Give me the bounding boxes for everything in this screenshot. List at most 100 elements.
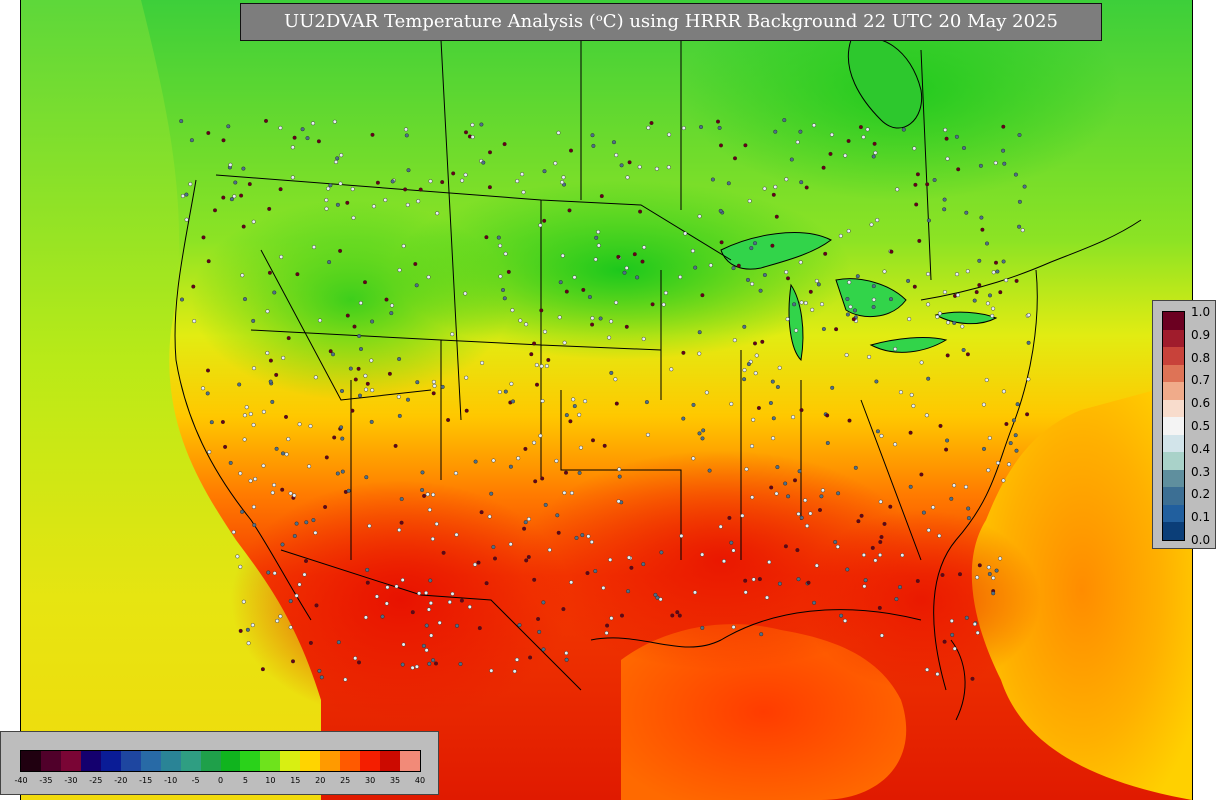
station-marker [238, 564, 243, 569]
station-marker [512, 669, 517, 674]
station-marker [557, 315, 562, 320]
station-marker [924, 413, 929, 418]
station-marker [389, 311, 394, 316]
station-marker [691, 456, 696, 461]
station-marker [539, 308, 544, 313]
station-marker [931, 505, 936, 510]
station-marker [245, 627, 250, 632]
station-marker [977, 563, 982, 568]
station-marker [641, 562, 646, 567]
station-marker [241, 599, 246, 604]
station-marker [742, 324, 747, 329]
station-marker [332, 435, 337, 440]
station-marker [396, 394, 401, 399]
station-marker [965, 269, 970, 274]
station-marker [487, 514, 492, 519]
station-marker [700, 293, 705, 298]
station-marker [430, 536, 435, 541]
station-marker [591, 438, 596, 443]
station-marker [587, 295, 592, 300]
station-marker [753, 241, 758, 246]
station-marker [223, 444, 228, 449]
station-marker [294, 521, 299, 526]
station-marker [385, 585, 390, 590]
station-marker [644, 400, 649, 405]
station-marker [825, 441, 830, 446]
station-marker [522, 526, 527, 531]
station-marker [534, 363, 539, 368]
ratio-colorbar-segment [1163, 347, 1184, 366]
station-marker [952, 646, 957, 651]
ratio-colorbar-tick-label: 0.9 [1191, 327, 1211, 342]
station-marker [543, 502, 548, 507]
station-marker [605, 623, 610, 628]
station-marker [279, 254, 284, 259]
station-marker [340, 389, 345, 394]
station-marker [397, 528, 402, 533]
station-marker [297, 422, 302, 427]
station-marker [464, 375, 469, 380]
station-marker [874, 379, 879, 384]
station-marker [661, 302, 666, 307]
station-marker [789, 157, 794, 162]
station-marker [937, 533, 942, 538]
station-marker [428, 601, 433, 606]
station-marker [384, 297, 389, 302]
temperature-colorbar-segment [220, 751, 242, 771]
station-marker [804, 185, 809, 190]
station-marker [819, 494, 824, 499]
station-marker [782, 118, 787, 123]
station-marker [845, 297, 850, 302]
station-marker [843, 618, 848, 623]
station-marker [1004, 422, 1009, 427]
station-marker [871, 297, 876, 302]
station-marker [480, 360, 485, 365]
station-marker [231, 530, 236, 535]
station-marker [484, 581, 489, 586]
ratio-colorbar-segment [1163, 382, 1184, 401]
station-marker [859, 513, 864, 518]
ratio-colorbar-segment [1163, 504, 1184, 524]
station-marker [331, 352, 336, 357]
station-marker [184, 192, 189, 197]
station-marker [614, 300, 619, 305]
station-marker [447, 600, 452, 605]
station-marker [956, 167, 961, 172]
station-marker [731, 548, 736, 553]
station-marker [718, 524, 723, 529]
station-marker [317, 668, 322, 673]
station-marker [544, 364, 549, 369]
station-marker [404, 133, 409, 138]
station-marker [463, 291, 468, 296]
station-marker [769, 485, 774, 490]
station-marker [275, 618, 280, 623]
station-marker [816, 282, 821, 287]
station-marker [821, 165, 826, 170]
station-marker [350, 187, 355, 192]
temperature-colorbar-tick-label: -35 [39, 776, 53, 785]
station-marker [803, 498, 808, 503]
station-marker [991, 576, 996, 581]
station-marker [799, 408, 804, 413]
station-marker [477, 626, 482, 631]
station-marker [753, 371, 758, 376]
station-marker [538, 223, 543, 228]
station-marker [965, 352, 970, 357]
station-marker [1001, 148, 1006, 153]
station-marker [624, 266, 629, 271]
station-marker [370, 388, 375, 393]
temperature-colorbar-scale [20, 750, 421, 772]
station-marker [515, 657, 520, 662]
temperature-colorbar-segment [280, 751, 302, 771]
station-marker [622, 270, 627, 275]
station-marker [569, 148, 574, 153]
station-marker [532, 341, 537, 346]
temperature-colorbar-segment [240, 751, 262, 771]
station-marker [370, 319, 375, 324]
station-marker [428, 578, 433, 583]
station-marker [889, 249, 894, 254]
station-marker [638, 209, 643, 214]
station-marker [756, 406, 761, 411]
station-marker [765, 595, 770, 600]
station-marker [775, 385, 780, 390]
